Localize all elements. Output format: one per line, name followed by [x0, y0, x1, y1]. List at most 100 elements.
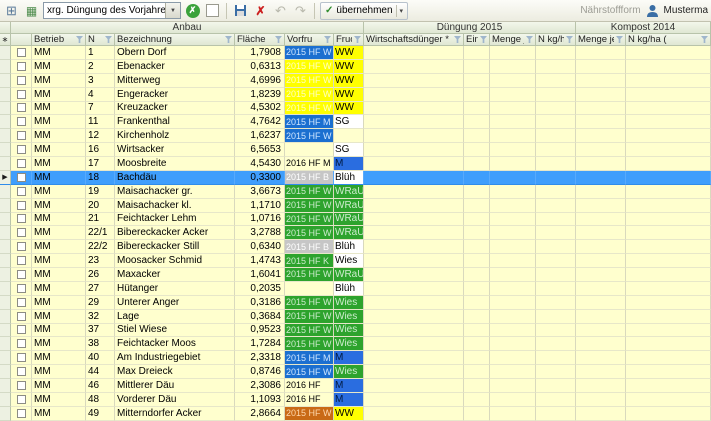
row-marker-cell[interactable] — [0, 59, 11, 74]
cell-n-kg-ha[interactable] — [536, 129, 576, 144]
cell-flaeche[interactable]: 0,3684 — [235, 309, 285, 324]
cell-kompost-n-kg-ha[interactable] — [626, 268, 711, 282]
cell-menge-je[interactable] — [490, 240, 536, 255]
cell-kompost-menge-je[interactable] — [576, 226, 626, 241]
cell-frucht[interactable]: WW — [334, 406, 364, 421]
row-checkbox[interactable] — [16, 367, 26, 377]
cell-flaeche[interactable]: 0,3300 — [235, 170, 285, 185]
cell-bezeichnung[interactable]: Mittlerer Däu — [115, 379, 235, 393]
checkbox-cell[interactable] — [11, 157, 32, 171]
filter-icon[interactable] — [354, 36, 361, 43]
cell-menge-je[interactable] — [490, 59, 536, 74]
cell-kompost-menge-je[interactable] — [576, 309, 626, 324]
cell-frucht[interactable] — [334, 129, 364, 144]
cell-n-kg-ha[interactable] — [536, 295, 576, 310]
cell-bezeichnung[interactable]: Wirtsacker — [115, 143, 235, 157]
table-row[interactable]: MM 38 Feichtacker Moos 1,7284 2015 HF W Wies — [0, 337, 711, 352]
cell-einheit[interactable] — [464, 323, 490, 338]
cell-einheit[interactable] — [464, 365, 490, 379]
cell-flaeche[interactable]: 0,8746 — [235, 365, 285, 379]
row-marker-cell[interactable] — [0, 240, 11, 255]
cell-kompost-menge-je[interactable] — [576, 170, 626, 185]
cell-bezeichnung[interactable]: Stiel Wiese — [115, 323, 235, 338]
checkbox-cell[interactable] — [11, 309, 32, 324]
cell-flaeche[interactable]: 1,1093 — [235, 392, 285, 407]
cell-einheit[interactable] — [464, 212, 490, 227]
checkbox-cell[interactable] — [11, 59, 32, 74]
cell-bezeichnung[interactable]: Bibereckacker Still — [115, 240, 235, 255]
cell-betrieb[interactable]: MM — [32, 254, 86, 268]
cell-kompost-n-kg-ha[interactable] — [626, 73, 711, 88]
cell-vorfrucht[interactable]: 2015 HF W — [285, 87, 334, 102]
cell-wirtschaftsduenger[interactable] — [364, 392, 464, 407]
cell-wirtschaftsduenger[interactable] — [364, 351, 464, 366]
cell-wirtschaftsduenger[interactable] — [364, 87, 464, 102]
cell-kompost-menge-je[interactable] — [576, 392, 626, 407]
cell-kompost-menge-je[interactable] — [576, 254, 626, 268]
cell-betrieb[interactable]: MM — [32, 184, 86, 199]
checkbox-column-header[interactable] — [11, 34, 32, 46]
cell-wirtschaftsduenger[interactable] — [364, 268, 464, 282]
cell-betrieb[interactable]: MM — [32, 198, 86, 213]
cell-n-kg-ha[interactable] — [536, 309, 576, 324]
cell-frucht[interactable]: Wies — [334, 309, 364, 324]
cell-frucht[interactable]: M — [334, 351, 364, 366]
cell-n-kg-ha[interactable] — [536, 143, 576, 157]
cell-bezeichnung[interactable]: Kirchenholz — [115, 129, 235, 144]
cell-menge-je[interactable] — [490, 254, 536, 268]
checkbox-cell[interactable] — [11, 379, 32, 393]
cell-einheit[interactable] — [464, 198, 490, 213]
cell-bezeichnung[interactable]: Kreuzacker — [115, 101, 235, 116]
row-checkbox[interactable] — [16, 131, 26, 141]
cell-nr[interactable]: 22/1 — [86, 226, 115, 241]
column-header[interactable]: N — [86, 34, 115, 46]
cell-flaeche[interactable]: 2,3318 — [235, 351, 285, 366]
cell-n-kg-ha[interactable] — [536, 392, 576, 407]
cell-bezeichnung[interactable]: Bachdäu — [115, 170, 235, 185]
cell-einheit[interactable] — [464, 73, 490, 88]
cell-frucht[interactable]: SG — [334, 115, 364, 130]
cell-kompost-n-kg-ha[interactable] — [626, 198, 711, 213]
cell-vorfrucht[interactable] — [285, 281, 334, 296]
cell-bezeichnung[interactable]: Frankenthal — [115, 115, 235, 130]
cell-frucht[interactable]: Wies — [334, 295, 364, 310]
cell-vorfrucht[interactable]: 2015 HF W — [285, 337, 334, 352]
cell-vorfrucht[interactable]: 2015 HF M — [285, 115, 334, 130]
cell-bezeichnung[interactable]: Maisachacker kl. — [115, 198, 235, 213]
cell-betrieb[interactable]: MM — [32, 295, 86, 310]
cell-kompost-menge-je[interactable] — [576, 323, 626, 338]
cell-einheit[interactable] — [464, 46, 490, 60]
undo-icon[interactable]: ↶ — [272, 2, 289, 19]
cell-frucht[interactable]: Wies — [334, 365, 364, 379]
delete-icon[interactable]: ✗ — [252, 2, 269, 19]
cell-frucht[interactable]: Blüh — [334, 170, 364, 185]
cell-menge-je[interactable] — [490, 337, 536, 352]
cell-kompost-menge-je[interactable] — [576, 59, 626, 74]
cell-flaeche[interactable]: 4,5430 — [235, 157, 285, 171]
cell-kompost-n-kg-ha[interactable] — [626, 129, 711, 144]
row-marker-cell[interactable] — [0, 226, 11, 241]
table-row[interactable]: MM 12 Kirchenholz 1,6237 2015 HF W — [0, 129, 711, 144]
cell-n-kg-ha[interactable] — [536, 212, 576, 227]
cell-kompost-menge-je[interactable] — [576, 87, 626, 102]
table-row[interactable]: MM 29 Unterer Anger 0,3186 2015 HF W Wies — [0, 295, 711, 310]
cell-nr[interactable]: 7 — [86, 101, 115, 116]
cell-frucht[interactable]: M — [334, 379, 364, 393]
cell-nr[interactable]: 29 — [86, 295, 115, 310]
table-row[interactable]: MM 32 Lage 0,3684 2015 HF W Wies — [0, 309, 711, 324]
row-marker-cell[interactable] — [0, 337, 11, 352]
table-row[interactable]: MM 1 Obern Dorf 1,7908 2015 HF W WW — [0, 46, 711, 60]
cell-frucht[interactable]: Wies — [334, 323, 364, 338]
cell-betrieb[interactable]: MM — [32, 87, 86, 102]
cell-n-kg-ha[interactable] — [536, 337, 576, 352]
filter-icon[interactable] — [454, 36, 461, 43]
cell-wirtschaftsduenger[interactable] — [364, 406, 464, 421]
row-checkbox[interactable] — [16, 89, 26, 99]
cell-nr[interactable]: 40 — [86, 351, 115, 366]
table-row[interactable]: MM 40 Am Industriegebiet 2,3318 2015 HF MM — [0, 351, 711, 366]
cell-frucht[interactable]: WW — [334, 73, 364, 88]
cell-wirtschaftsduenger[interactable] — [364, 309, 464, 324]
cell-einheit[interactable] — [464, 268, 490, 282]
table-row[interactable]: MM 16 Wirtsacker 6,5653 SG — [0, 143, 711, 157]
cell-wirtschaftsduenger[interactable] — [364, 198, 464, 213]
